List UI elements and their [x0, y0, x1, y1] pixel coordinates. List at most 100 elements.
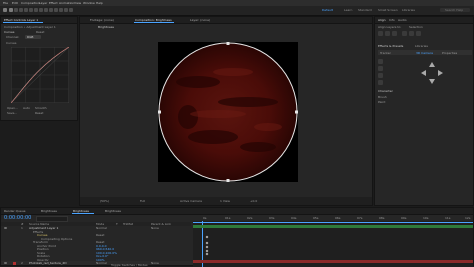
- rotate-icon[interactable]: [24, 8, 28, 12]
- label-color-swatch[interactable]: [13, 261, 16, 265]
- keyframe[interactable]: [205, 252, 209, 256]
- properties-label: Properties: [442, 51, 458, 55]
- type-icon[interactable]: [49, 8, 53, 12]
- effect-name: Curves: [4, 30, 15, 34]
- workspace-small-screen[interactable]: Small Screen: [378, 8, 398, 12]
- hand-icon[interactable]: [14, 8, 18, 12]
- align-middle-icon[interactable]: [409, 31, 414, 36]
- effects-presets-header[interactable]: Effects & Presets: [378, 44, 403, 48]
- curves-open-button[interactable]: Open...: [7, 106, 18, 110]
- layer-track-adjustment[interactable]: [193, 225, 473, 228]
- magnification-select[interactable]: (50%): [100, 199, 109, 203]
- pen-icon[interactable]: [44, 8, 48, 12]
- workspace-libraries[interactable]: Libraries: [402, 8, 415, 12]
- curves-label: Curves: [6, 41, 17, 45]
- warp-stabilizer-icon[interactable]: [378, 66, 383, 71]
- timeline-panel: Render Queue Brightness Brightness Brigh…: [0, 207, 474, 267]
- eraser-icon[interactable]: [64, 8, 68, 12]
- effect-controls-panel: Effect Controls Layer 1 Composition • Ad…: [0, 16, 78, 121]
- tab-info[interactable]: Info: [389, 18, 395, 22]
- tab-footage[interactable]: Footage: (none): [90, 18, 114, 22]
- curves-save-button[interactable]: Save...: [7, 111, 17, 115]
- timeline-tracks[interactable]: 0s 01s 02s 03s 04s 05s 06s 07s 08s 09s 1…: [193, 215, 473, 267]
- menu-composition[interactable]: Composition: [21, 1, 40, 5]
- keyframe[interactable]: [205, 235, 209, 239]
- time-ruler[interactable]: 0s 01s 02s 03s 04s 05s 06s 07s 08s 09s 1…: [193, 215, 473, 221]
- pointer-icon[interactable]: [9, 8, 13, 12]
- rectangle-icon[interactable]: [39, 8, 43, 12]
- tab-layer[interactable]: Layer: (none): [190, 18, 210, 22]
- tab-audio[interactable]: Audio: [398, 18, 407, 22]
- curves-graph[interactable]: [11, 47, 69, 103]
- search-help-field[interactable]: Search Help: [440, 8, 470, 12]
- curves-reset-button[interactable]: Reset: [35, 111, 43, 115]
- tab-align[interactable]: Align: [378, 18, 386, 22]
- comp-breadcrumb[interactable]: Brightness: [98, 25, 114, 29]
- pan-behind-icon[interactable]: [34, 8, 38, 12]
- right-panel: Align Info Audio Align Layers to: Select…: [374, 16, 474, 206]
- menu-animation[interactable]: Animation: [59, 1, 74, 5]
- channel-select[interactable]: RGB: [25, 35, 41, 39]
- align-center-icon[interactable]: [385, 31, 390, 36]
- menu-help[interactable]: Help: [96, 1, 103, 5]
- brush-label: Brush: [378, 95, 387, 99]
- align-target-select[interactable]: Selection: [409, 25, 423, 29]
- viewer-canvas[interactable]: [80, 30, 372, 197]
- brush-icon[interactable]: [54, 8, 58, 12]
- align-left-icon[interactable]: [378, 31, 383, 36]
- track-camera-icon[interactable]: [378, 59, 383, 64]
- puppet-icon[interactable]: [69, 8, 73, 12]
- camera-icon[interactable]: [29, 8, 33, 12]
- menu-view[interactable]: View: [74, 1, 81, 5]
- viewer-bottom-bar: (50%) Full Active Camera 1 View +0.0: [80, 197, 372, 205]
- reset-button[interactable]: Reset: [36, 30, 44, 34]
- tracker-controls: [378, 59, 392, 85]
- stabilize-icon[interactable]: [378, 80, 383, 85]
- layer-row[interactable]: 2 Photolab_red_texture_2D Normal None: [1, 261, 201, 265]
- menu-window[interactable]: Window: [83, 1, 95, 5]
- keyframe[interactable]: [205, 241, 209, 245]
- menu-effect[interactable]: Effect: [49, 1, 58, 5]
- workspace-learn[interactable]: Learn: [344, 8, 352, 12]
- menu-layer[interactable]: Layer: [39, 1, 47, 5]
- home-icon[interactable]: [3, 8, 7, 12]
- channel-label: Channel:: [6, 35, 20, 39]
- tab-timeline-3[interactable]: Brightness: [105, 209, 121, 213]
- tab-render-queue[interactable]: Render Queue: [4, 209, 26, 213]
- paint-label: Paint: [378, 100, 386, 104]
- work-area-bar[interactable]: [193, 222, 473, 223]
- toggle-switches-modes[interactable]: Toggle Switches / Modes: [111, 263, 148, 267]
- keyframe[interactable]: [205, 245, 209, 249]
- workspace-default[interactable]: Default: [322, 8, 333, 12]
- tab-timeline-1[interactable]: Brightness: [41, 209, 57, 213]
- clone-icon[interactable]: [59, 8, 63, 12]
- align-bottom-icon[interactable]: [416, 31, 421, 36]
- zoom-icon[interactable]: [19, 8, 23, 12]
- timecode-display[interactable]: 0:00:00:00: [4, 215, 31, 221]
- align-top-icon[interactable]: [402, 31, 407, 36]
- directional-pad-icon[interactable]: [420, 61, 444, 85]
- curves-smooth-button[interactable]: Smooth: [35, 106, 47, 110]
- tracker-row[interactable]: Tracker 3D Camera Properties: [378, 50, 472, 55]
- menu-edit[interactable]: Edit: [12, 1, 18, 5]
- libraries-header[interactable]: Libraries: [415, 44, 428, 48]
- composition-viewer: Footage: (none) Composition: Brightness …: [79, 16, 373, 206]
- curves-auto-button[interactable]: Auto: [23, 106, 30, 110]
- menu-file[interactable]: File: [3, 1, 8, 5]
- camera-3d-label: 3D Camera: [416, 51, 433, 55]
- align-layers-label: Align Layers to:: [378, 25, 402, 29]
- track-motion-icon[interactable]: [378, 73, 383, 78]
- align-right-icon[interactable]: [392, 31, 397, 36]
- resolution-select[interactable]: Full: [140, 199, 145, 203]
- view-layout-select[interactable]: 1 View: [220, 199, 230, 203]
- tools-toolbar: Default Learn Standard Small Screen Libr…: [0, 6, 474, 16]
- align-buttons: [378, 31, 472, 39]
- exposure-value[interactable]: +0.0: [250, 199, 257, 203]
- eye-icon[interactable]: [4, 262, 7, 264]
- red-texture-circle[interactable]: [158, 42, 298, 182]
- character-header[interactable]: Character: [378, 89, 393, 93]
- camera-select[interactable]: Active Camera: [180, 199, 202, 203]
- workspace-standard[interactable]: Standard: [358, 8, 372, 12]
- layer-track-texture[interactable]: [193, 260, 473, 263]
- effect-controls-breadcrumb: Composition • Adjustment Layer 1: [4, 25, 56, 29]
